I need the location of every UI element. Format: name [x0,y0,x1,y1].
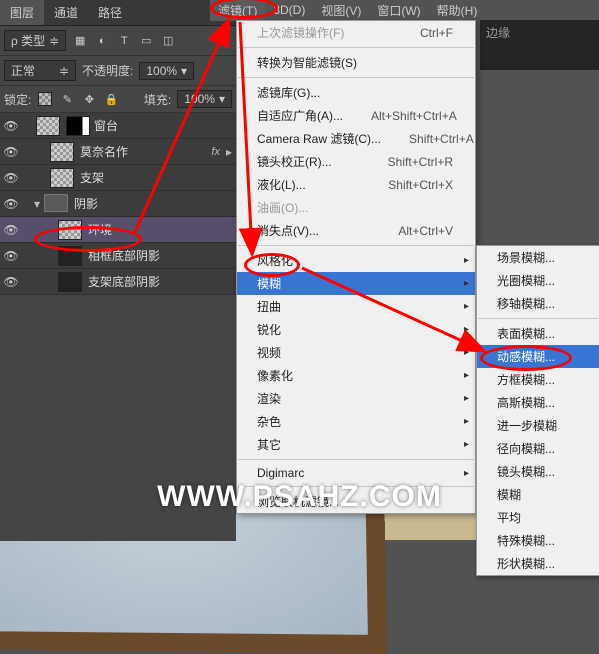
annotation-arrows [0,0,599,541]
watermark: WWW.PSAHZ.COM [157,480,442,514]
mi-shape-blur[interactable]: 形状模糊... [477,552,599,575]
